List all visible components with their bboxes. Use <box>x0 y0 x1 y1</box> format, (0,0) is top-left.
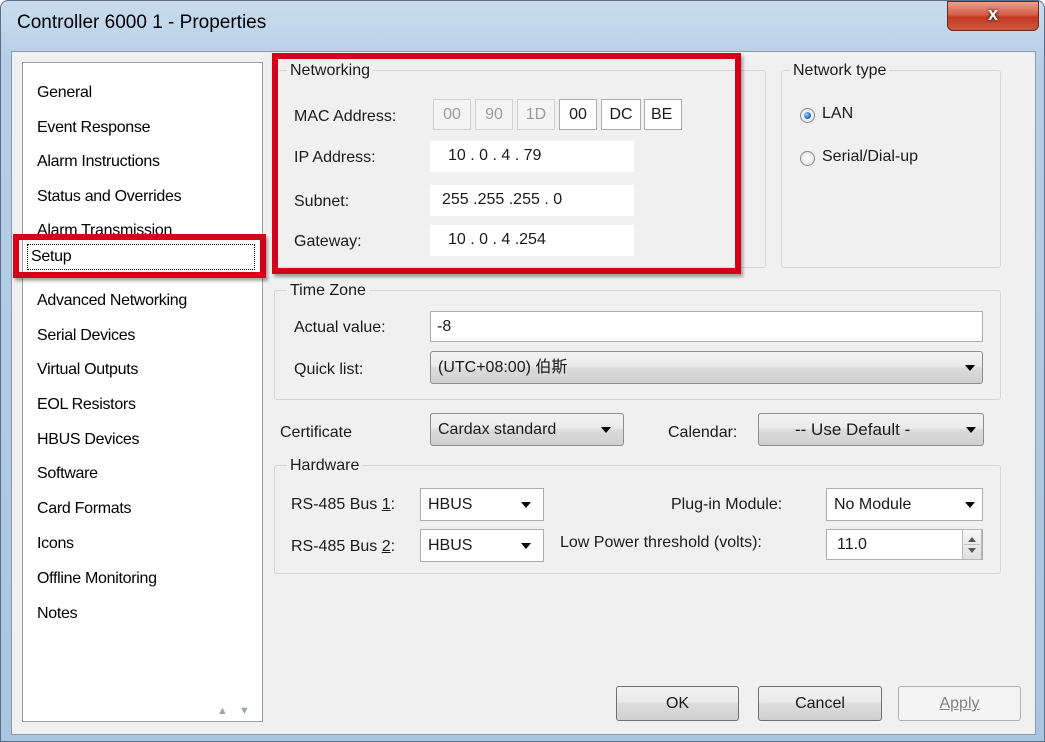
nav-item-general[interactable]: General <box>37 84 92 102</box>
close-icon: x <box>987 4 998 24</box>
nav-item-alarm-instructions[interactable]: Alarm Instructions <box>37 153 160 171</box>
serial-dialup-radio[interactable] <box>800 151 815 166</box>
ok-button[interactable]: OK <box>616 686 739 721</box>
rs485-bus-1-value: HBUS <box>428 496 473 513</box>
nav-item-status-and-overrides[interactable]: Status and Overrides <box>37 188 182 206</box>
nav-item-card-formats[interactable]: Card Formats <box>37 500 132 518</box>
nav-item-event-response[interactable]: Event Response <box>37 119 151 137</box>
rs485-bus-2-label: RS-485 Bus 2: <box>291 538 396 555</box>
networking-highlight-box <box>272 53 741 274</box>
chevron-down-icon <box>965 502 975 508</box>
chevron-down-icon <box>965 365 975 371</box>
plugin-module-label: Plug-in Module: <box>671 496 783 513</box>
rs485-bus-1-label: RS-485 Bus 1: <box>291 496 396 513</box>
nav-item-virtual-outputs[interactable]: Virtual Outputs <box>37 361 138 379</box>
nav-item-eol-resistors[interactable]: EOL Resistors <box>37 396 136 414</box>
calendar-label: Calendar: <box>668 424 738 441</box>
hardware-title: Hardware <box>287 457 363 475</box>
quick-list-label: Quick list: <box>294 361 364 378</box>
rs485-bus-2-dropdown[interactable]: HBUS <box>420 529 544 562</box>
low-power-threshold-label: Low Power threshold (volts): <box>560 534 762 551</box>
certificate-value: Cardax standard <box>438 421 557 438</box>
properties-window: Controller 6000 1 - Properties x General… <box>0 0 1045 742</box>
cancel-button[interactable]: Cancel <box>758 686 882 721</box>
nav-item-offline-monitoring[interactable]: Offline Monitoring <box>37 570 157 588</box>
nav-item-software[interactable]: Software <box>37 465 98 483</box>
setup-highlight-box <box>13 234 266 278</box>
calendar-dropdown[interactable]: -- Use Default - <box>758 413 984 446</box>
close-button[interactable]: x <box>947 1 1039 31</box>
plugin-module-value: No Module <box>834 496 912 513</box>
spin-down-icon[interactable] <box>968 548 976 553</box>
time-zone-title: Time Zone <box>287 282 369 300</box>
window-title: Controller 6000 1 - Properties <box>17 12 267 33</box>
nav-item-hbus-devices[interactable]: HBUS Devices <box>37 431 140 449</box>
low-power-threshold-field[interactable]: 11.0 <box>826 529 983 560</box>
apply-button[interactable]: Apply <box>898 686 1021 721</box>
lan-radio[interactable] <box>800 108 815 123</box>
lan-radio-label[interactable]: LAN <box>822 105 853 123</box>
rs485-bus-1-dropdown[interactable]: HBUS <box>420 488 544 521</box>
category-list[interactable]: General Event Response Alarm Instruction… <box>22 62 263 722</box>
certificate-dropdown[interactable]: Cardax standard <box>430 413 624 446</box>
nav-item-icons[interactable]: Icons <box>37 535 74 553</box>
actual-value-label: Actual value: <box>294 319 386 336</box>
title-bar[interactable]: Controller 6000 1 - Properties x <box>1 1 1044 45</box>
nav-item-serial-devices[interactable]: Serial Devices <box>37 327 135 345</box>
chevron-down-icon <box>601 427 611 433</box>
chevron-down-icon <box>521 502 531 508</box>
quick-list-value: (UTC+08:00) 伯斯 <box>438 359 568 376</box>
rs485-bus-2-value: HBUS <box>428 537 473 554</box>
certificate-label: Certificate <box>280 424 353 441</box>
spin-up-icon[interactable] <box>968 537 976 542</box>
nav-item-notes[interactable]: Notes <box>37 605 78 623</box>
quick-list-dropdown[interactable]: (UTC+08:00) 伯斯 <box>430 351 983 384</box>
chevron-down-icon <box>966 427 976 433</box>
low-power-spinner[interactable] <box>962 529 982 560</box>
actual-value-field[interactable]: -8 <box>430 311 983 342</box>
chevron-down-icon <box>521 543 531 549</box>
calendar-value: -- Use Default - <box>795 420 911 439</box>
plugin-module-dropdown[interactable]: No Module <box>826 488 983 521</box>
serial-dialup-radio-label[interactable]: Serial/Dial-up <box>822 148 918 166</box>
scroll-arrows-icon[interactable]: ▲ ▼ <box>217 705 254 717</box>
nav-item-advanced-networking[interactable]: Advanced Networking <box>37 292 187 310</box>
network-type-title: Network type <box>790 62 890 80</box>
network-type-group: Network type <box>781 62 1001 268</box>
